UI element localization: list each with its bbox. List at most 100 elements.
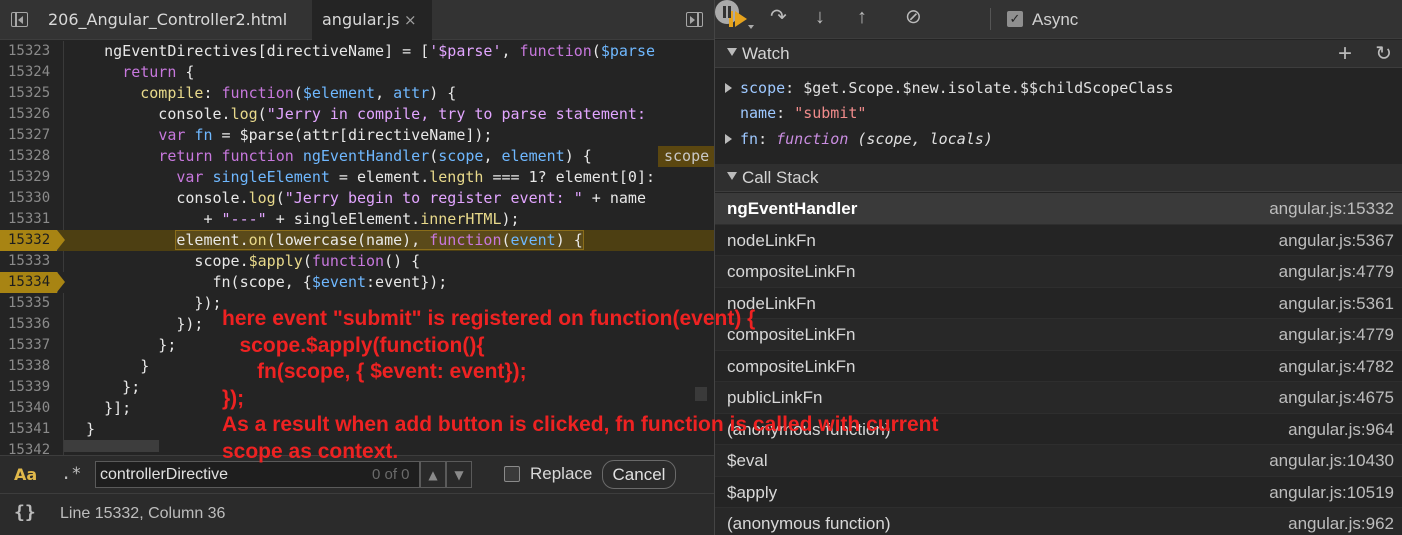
call-frame[interactable]: compositeLinkFn angular.js:4779 xyxy=(715,256,1402,288)
code-text: compile: function($element, attr) { xyxy=(140,84,457,102)
line-number[interactable]: 15339 xyxy=(0,377,64,398)
step-over-icon[interactable]: ↷ xyxy=(770,5,787,29)
code-text: var fn = $parse(attr[directiveName]); xyxy=(158,126,493,144)
line-number[interactable]: 15329 xyxy=(0,167,64,188)
call-frame[interactable]: nodeLinkFn angular.js:5367 xyxy=(715,225,1402,256)
breakpoint-marker[interactable]: 15334 xyxy=(0,272,65,293)
tab-label: 206_Angular_Controller2.html xyxy=(48,10,288,29)
code-line: 15327 var fn = $parse(attr[directiveName… xyxy=(0,125,714,146)
add-watch-icon[interactable]: + xyxy=(1338,40,1352,68)
tab-angular-js[interactable]: angular.js × xyxy=(312,0,432,41)
annotation-line: scope.$apply(function(){ xyxy=(222,333,485,357)
code-line: 15330 console.log("Jerry begin to regist… xyxy=(0,188,714,209)
watch-item[interactable]: fn: function (scope, locals) xyxy=(725,127,993,151)
previous-match-button[interactable]: ▲ xyxy=(420,461,446,488)
code-text: console.log("Jerry begin to register eve… xyxy=(68,189,646,207)
annotation-line: fn(scope, { $event: event}); xyxy=(222,360,527,383)
code-text: } xyxy=(68,357,150,375)
toolbar-separator xyxy=(990,8,991,30)
watch-title: Watch xyxy=(742,44,790,63)
line-number[interactable]: 15338 xyxy=(0,356,64,377)
line-number[interactable]: 15340 xyxy=(0,398,64,419)
code-text: } xyxy=(68,420,96,438)
line-number[interactable]: 15341 xyxy=(0,419,64,440)
code-text: scope.$apply(function() { xyxy=(68,252,421,270)
call-stack-section-header[interactable]: Call Stack xyxy=(715,164,1402,192)
paused-code-line: 15332 element.on(lowercase(name), functi… xyxy=(0,230,714,251)
inline-scope-value[interactable]: scope xyxy=(658,146,714,167)
line-number[interactable]: 15324 xyxy=(0,62,64,83)
code-line: 15334 fn(scope, {$event:event}); xyxy=(0,272,714,293)
replace-checkbox[interactable] xyxy=(504,466,520,482)
code-text: return function ngEventHandler(scope, el… xyxy=(158,147,592,165)
tab-html-file[interactable]: 206_Angular_Controller2.html xyxy=(38,0,297,40)
annotation-line: As a result when add button is clicked, … xyxy=(222,413,939,436)
code-line: 15325 compile: function($element, attr) … xyxy=(0,83,714,104)
code-text: var singleElement = element.length === 1… xyxy=(176,168,656,186)
replace-label: Replace xyxy=(530,464,593,483)
line-number[interactable]: 15325 xyxy=(0,83,64,104)
expand-arrow-icon[interactable] xyxy=(725,83,732,93)
call-frame[interactable]: ngEventHandler angular.js:15332 xyxy=(715,193,1402,225)
code-text: + "---" + singleElement.innerHTML); xyxy=(68,210,520,228)
line-number[interactable]: 15326 xyxy=(0,104,64,125)
breakpoint-marker[interactable]: 15332 xyxy=(0,230,65,251)
line-number[interactable]: 15337 xyxy=(0,335,64,356)
code-text: }); xyxy=(68,315,204,333)
tab-label: angular.js xyxy=(322,10,400,29)
line-number[interactable]: 15330 xyxy=(0,188,64,209)
code-line: 15323 ngEventDirectives[directiveName] =… xyxy=(0,41,714,62)
collapse-arrow-icon xyxy=(727,48,737,56)
annotation-line: }); xyxy=(222,386,245,410)
async-label: Async xyxy=(1032,10,1079,29)
line-number[interactable]: 15336 xyxy=(0,314,64,335)
line-number[interactable]: 15328 xyxy=(0,146,64,167)
debugger-toolbar: ↷ ↓ ↑ ⊘ ✓ Async xyxy=(715,0,1402,39)
code-line: 15333 scope.$apply(function() { xyxy=(0,251,714,272)
code-line: 15329 var singleElement = element.length… xyxy=(0,167,714,188)
watch-section-header[interactable]: Watch + ↻ xyxy=(715,40,1402,68)
watch-item[interactable]: scope: $get.Scope.$new.isolate.$$childSc… xyxy=(725,76,1173,100)
cursor-position: Line 15332, Column 36 xyxy=(60,505,226,522)
call-frame[interactable]: (anonymous function) angular.js:962 xyxy=(715,508,1402,535)
line-number[interactable]: 15335 xyxy=(0,293,64,314)
code-line: 15328 return function ngEventHandler(sco… xyxy=(0,146,714,167)
code-text: }); xyxy=(68,294,222,312)
code-text: }; xyxy=(68,378,141,396)
navigator-toggle-icon[interactable] xyxy=(8,9,30,29)
call-frame[interactable]: $apply angular.js:10519 xyxy=(715,477,1402,508)
match-case-button[interactable]: Aa xyxy=(14,465,37,484)
code-line: 15324 return { xyxy=(0,62,714,83)
line-number[interactable]: 15333 xyxy=(0,251,64,272)
code-text: ngEventDirectives[directiveName] = ['$pa… xyxy=(68,42,656,60)
debugger-pane-toggle-icon[interactable] xyxy=(684,9,706,29)
horizontal-scrollbar-thumb[interactable] xyxy=(64,440,159,452)
deactivate-breakpoints-icon[interactable]: ⊘ xyxy=(905,5,922,29)
regex-button[interactable]: .* xyxy=(61,464,81,484)
line-number[interactable]: 15323 xyxy=(0,41,64,62)
step-out-icon[interactable]: ↑ xyxy=(857,5,867,29)
code-line: 15326 console.log("Jerry in compile, try… xyxy=(0,104,714,125)
code-text: return { xyxy=(122,63,195,81)
step-into-icon[interactable]: ↓ xyxy=(815,5,825,29)
code-text: element.on(lowercase(name), function(eve… xyxy=(175,230,584,250)
pretty-print-button[interactable]: {} xyxy=(14,502,36,523)
next-match-button[interactable]: ▼ xyxy=(446,461,472,488)
collapse-arrow-icon xyxy=(727,172,737,180)
status-bar: {} Line 15332, Column 36 xyxy=(0,493,714,535)
code-text: }; xyxy=(68,336,177,354)
line-number[interactable]: 15331 xyxy=(0,209,64,230)
code-text: fn(scope, {$event:event}); xyxy=(68,273,448,291)
red-annotation-text: here event "submit" is registered on fun… xyxy=(222,306,1052,465)
watch-list: scope: $get.Scope.$new.isolate.$$childSc… xyxy=(715,69,1402,164)
code-text: }]; xyxy=(68,399,132,417)
line-number[interactable]: 15327 xyxy=(0,125,64,146)
call-stack-title: Call Stack xyxy=(742,168,819,187)
annotation-line: scope as context. xyxy=(222,439,399,463)
watch-item[interactable]: name: "submit" xyxy=(740,101,866,125)
close-icon[interactable]: × xyxy=(404,0,417,40)
refresh-icon[interactable]: ↻ xyxy=(1375,40,1392,68)
expand-arrow-icon[interactable] xyxy=(725,134,732,144)
code-text: console.log("Jerry in compile, try to pa… xyxy=(68,105,656,123)
async-checkbox[interactable]: ✓ xyxy=(1007,11,1023,27)
